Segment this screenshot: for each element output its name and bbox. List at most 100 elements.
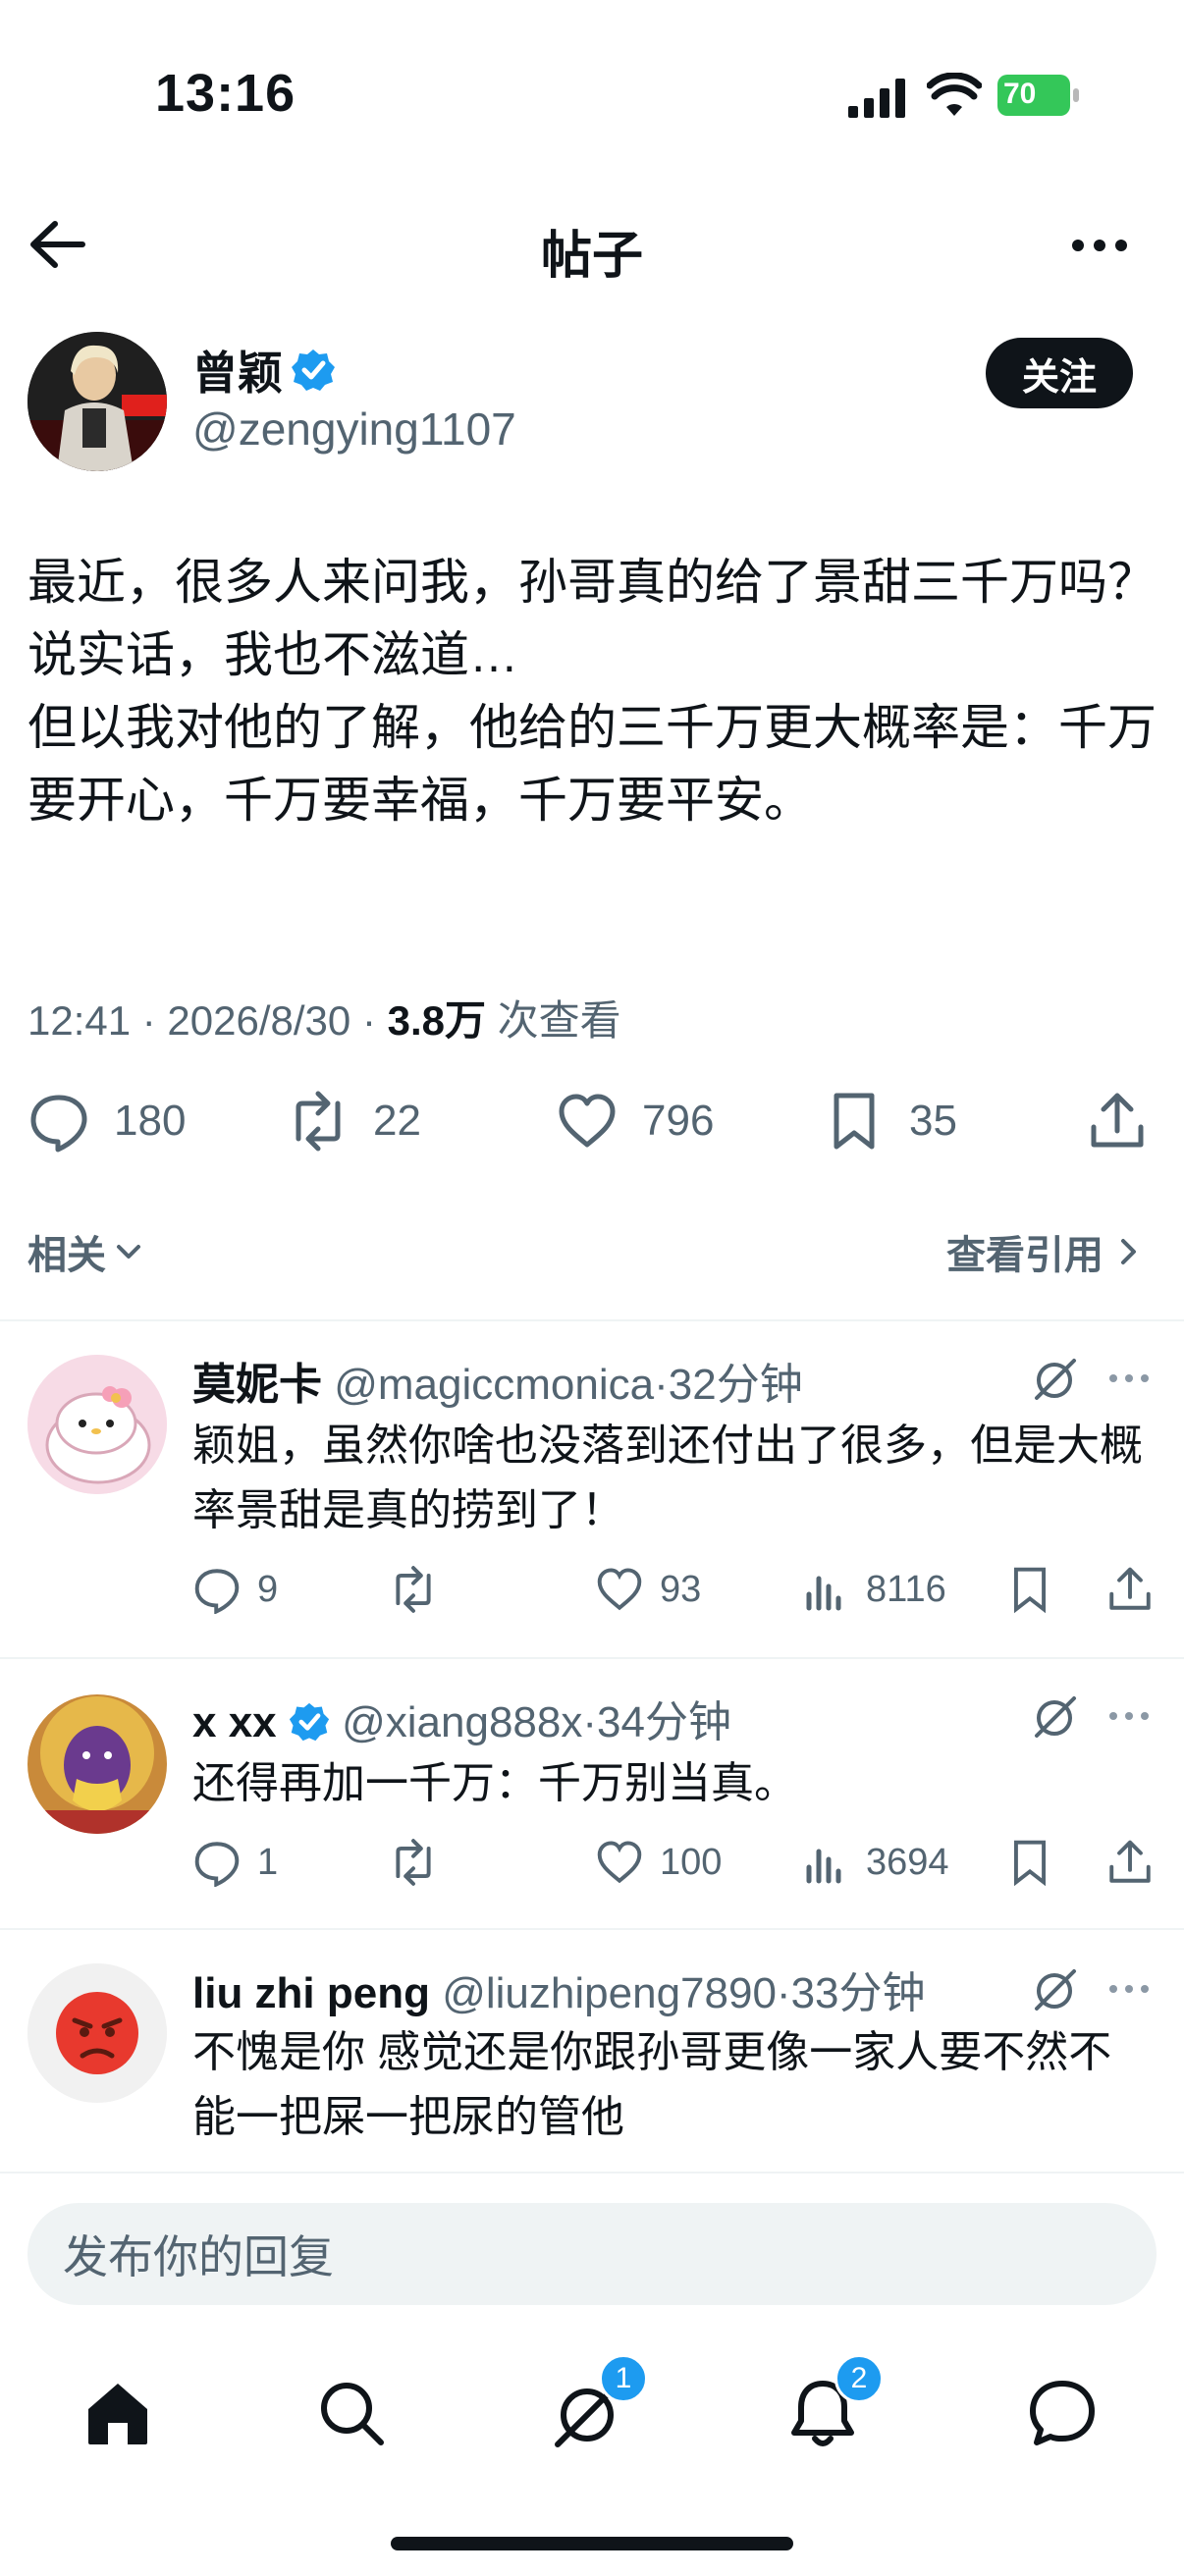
reply-repost-action[interactable]: [389, 1838, 454, 1887]
verified-badge-icon: [292, 349, 335, 391]
like-action[interactable]: 796: [556, 1090, 714, 1153]
repost-icon: [296, 1091, 341, 1152]
bookmark-icon: [1013, 1567, 1047, 1614]
divider: [0, 1319, 1184, 1321]
view-quotes-link[interactable]: 查看引用: [946, 1223, 1145, 1280]
reply-dot: ·: [582, 1698, 598, 1746]
share-icon: [1109, 1840, 1151, 1883]
reply-time: 32分钟: [668, 1361, 803, 1409]
reply-like-count: 93: [660, 1568, 702, 1610]
view-count: 3.8万: [387, 997, 486, 1044]
reply-views-action[interactable]: 3694: [801, 1838, 949, 1887]
messages-icon[interactable]: [1025, 2376, 1100, 2450]
chevron-down-icon: [117, 1245, 140, 1259]
divider: [0, 1657, 1184, 1659]
reply-count: 180: [114, 1097, 187, 1145]
home-icon[interactable]: [81, 2376, 155, 2450]
reply-avatar[interactable]: [27, 1694, 167, 1834]
reply-actions: 1 100 3694: [192, 1838, 1155, 1887]
reply-more-icon[interactable]: [1107, 1372, 1151, 1384]
reply-author-name[interactable]: 莫妮卡: [192, 1361, 322, 1409]
related-label: 相关: [27, 1234, 106, 1277]
views-chart-icon: [806, 1849, 841, 1884]
reply-repost-action[interactable]: [389, 1565, 454, 1614]
reply-author-handle[interactable]: @liuzhipeng7890: [442, 1969, 777, 2017]
post-meta: 12:41 · 2026/8/30 · 3.8万 次查看: [27, 988, 621, 1047]
status-time: 13:16: [155, 64, 296, 123]
related-dropdown[interactable]: 相关: [27, 1223, 145, 1280]
reply-like-action[interactable]: 100: [595, 1838, 722, 1887]
reply-reply-count: 1: [257, 1841, 279, 1883]
wifi-icon: [927, 73, 982, 116]
views-chart-icon: [806, 1576, 841, 1611]
reply-like-action[interactable]: 93: [595, 1565, 701, 1614]
share-action[interactable]: [1086, 1090, 1149, 1153]
reply-time: 33分钟: [790, 1969, 926, 2017]
reply-text: 颖姐，虽然你啥也没落到还付出了很多，但是大概率景甜是真的捞到了！: [192, 1422, 1143, 1534]
heart-icon: [597, 1841, 642, 1884]
author-name[interactable]: 曾颖: [192, 338, 283, 402]
heart-icon: [559, 1094, 616, 1148]
share-icon: [1091, 1093, 1144, 1148]
reply-views-action[interactable]: 8116: [801, 1565, 946, 1614]
bookmark-icon: [1013, 1840, 1047, 1887]
more-options-icon[interactable]: [1070, 238, 1129, 253]
reply-header: 莫妮卡 @magiccmonica·32分钟: [192, 1349, 803, 1412]
reply-author-name[interactable]: x xx: [192, 1698, 277, 1746]
reply-share-action[interactable]: [1105, 1838, 1155, 1887]
reply-author-handle[interactable]: @xiang888x: [342, 1698, 582, 1746]
reply-bookmark-action[interactable]: [1005, 1838, 1070, 1887]
view-label: 次查看: [486, 997, 621, 1044]
reply-dot: ·: [654, 1361, 669, 1409]
view-quotes-label: 查看引用: [946, 1234, 1103, 1277]
reply-views-count: 3694: [866, 1841, 949, 1883]
post-timestamp: 12:41 · 2026/8/30 ·: [27, 997, 388, 1044]
reply-action[interactable]: 180: [27, 1090, 186, 1153]
reply-dot: ·: [776, 1969, 791, 2017]
reply-icon: [194, 1569, 240, 1614]
reply-reply-count: 9: [257, 1568, 279, 1610]
battery-level: 70: [1003, 78, 1037, 110]
reply-more-icon[interactable]: [1107, 1710, 1151, 1722]
verified-badge-icon: [289, 1702, 329, 1742]
bookmark-count: 35: [909, 1097, 957, 1145]
reply-reply-action[interactable]: 1: [192, 1838, 278, 1887]
reply-share-action[interactable]: [1105, 1565, 1155, 1614]
heart-icon: [597, 1568, 642, 1611]
reply-header: x xx @xiang888x·34分钟: [192, 1687, 731, 1749]
battery-icon: 70: [997, 75, 1080, 116]
reply-like-count: 100: [660, 1841, 723, 1883]
bookmark-action[interactable]: 35: [823, 1090, 957, 1153]
notifications-badge: 2: [834, 2354, 884, 2403]
follow-button[interactable]: 关注: [986, 338, 1133, 408]
chevron-right-icon: [1121, 1239, 1136, 1264]
like-count: 796: [642, 1097, 715, 1145]
repost-action[interactable]: 22: [287, 1090, 421, 1153]
author-avatar[interactable]: [27, 332, 167, 471]
reply-more-icon[interactable]: [1107, 1983, 1151, 1995]
repost-icon: [396, 1566, 431, 1613]
reply-avatar[interactable]: [27, 1355, 167, 1494]
share-icon: [1109, 1567, 1151, 1610]
grok-icon[interactable]: [1031, 1355, 1080, 1404]
reply-text: 还得再加一千万：千万别当真。: [192, 1759, 797, 1807]
cellular-signal-icon: [848, 79, 905, 118]
search-icon[interactable]: [314, 2376, 389, 2450]
reply-input[interactable]: 发布你的回复: [27, 2203, 1157, 2305]
reply-bookmark-action[interactable]: [1005, 1565, 1070, 1614]
bookmark-icon: [834, 1093, 875, 1150]
reply-icon: [194, 1842, 240, 1887]
post-text: 最近，很多人来问我，孙哥真的给了景甜三千万吗？ 说实话，我也不滋道… 但以我对他…: [27, 555, 1157, 828]
reply-views-count: 8116: [866, 1568, 946, 1610]
reply-time: 34分钟: [597, 1698, 731, 1746]
reply-author-handle[interactable]: @magiccmonica: [334, 1361, 654, 1409]
grok-icon[interactable]: [1031, 1692, 1080, 1742]
grok-icon[interactable]: [1031, 1965, 1080, 2014]
reply-reply-action[interactable]: 9: [192, 1565, 278, 1614]
repost-count: 22: [373, 1097, 421, 1145]
reply-avatar[interactable]: [27, 1963, 167, 2103]
grok-badge: 1: [599, 2354, 648, 2403]
reply-author-name[interactable]: liu zhi peng: [192, 1969, 430, 2017]
reply-header: liu zhi peng @liuzhipeng7890·33分钟: [192, 1958, 926, 2020]
author-handle[interactable]: @zengying1107: [192, 402, 516, 456]
